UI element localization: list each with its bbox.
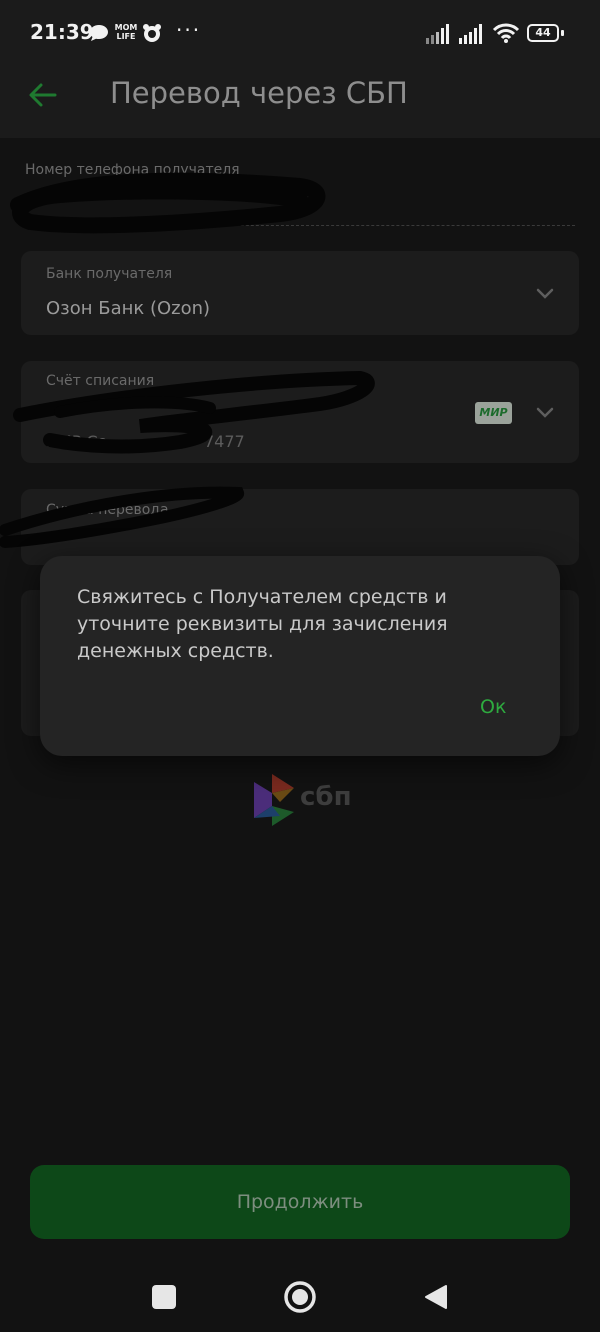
- page-title: Перевод через СБП: [110, 76, 408, 110]
- chevron-down-icon: [536, 288, 554, 299]
- continue-button[interactable]: Продолжить: [30, 1165, 570, 1239]
- chevron-down-icon: [536, 407, 554, 418]
- amount-field[interactable]: [21, 489, 579, 565]
- more-notifications-icon: ···: [176, 18, 202, 42]
- sbp-logo-icon: [254, 774, 294, 826]
- battery-indicator: 44: [527, 24, 559, 42]
- back-triangle-icon[interactable]: [424, 1284, 448, 1310]
- signal-1-icon: [426, 24, 449, 44]
- battery-tip: [561, 30, 564, 36]
- bank-select[interactable]: [21, 251, 579, 335]
- account-label: Счёт списания: [46, 373, 155, 389]
- home-icon[interactable]: [283, 1280, 317, 1314]
- arrow-left-icon[interactable]: [28, 82, 58, 108]
- phone-field-label: Номер телефона получателя: [25, 162, 240, 178]
- signal-2-icon: [459, 24, 482, 44]
- recent-apps-icon[interactable]: [152, 1285, 176, 1309]
- bank-label: Банк получателя: [46, 266, 173, 282]
- account-number-suffix: 7477: [204, 432, 245, 451]
- mom-life-app-icon: MOM LIFE: [114, 23, 138, 41]
- bank-value: Озон Банк (Ozon): [46, 298, 211, 319]
- dialog-ok-button[interactable]: Ок: [480, 696, 506, 718]
- chat-bubble-icon: [90, 25, 108, 41]
- account-number-prefix: МИР Со: [46, 432, 108, 451]
- sbp-logo-text: сбп: [300, 782, 352, 812]
- wifi-icon: [492, 23, 520, 43]
- bear-app-icon: [143, 24, 161, 42]
- mir-card-logo: МИР: [475, 402, 512, 424]
- phone-field-input[interactable]: [25, 225, 575, 226]
- amount-label: Сумма перевода: [46, 502, 169, 518]
- dialog-message: Свяжитесь с Получателем средств и уточни…: [77, 586, 448, 662]
- status-time: 21:39: [30, 20, 94, 44]
